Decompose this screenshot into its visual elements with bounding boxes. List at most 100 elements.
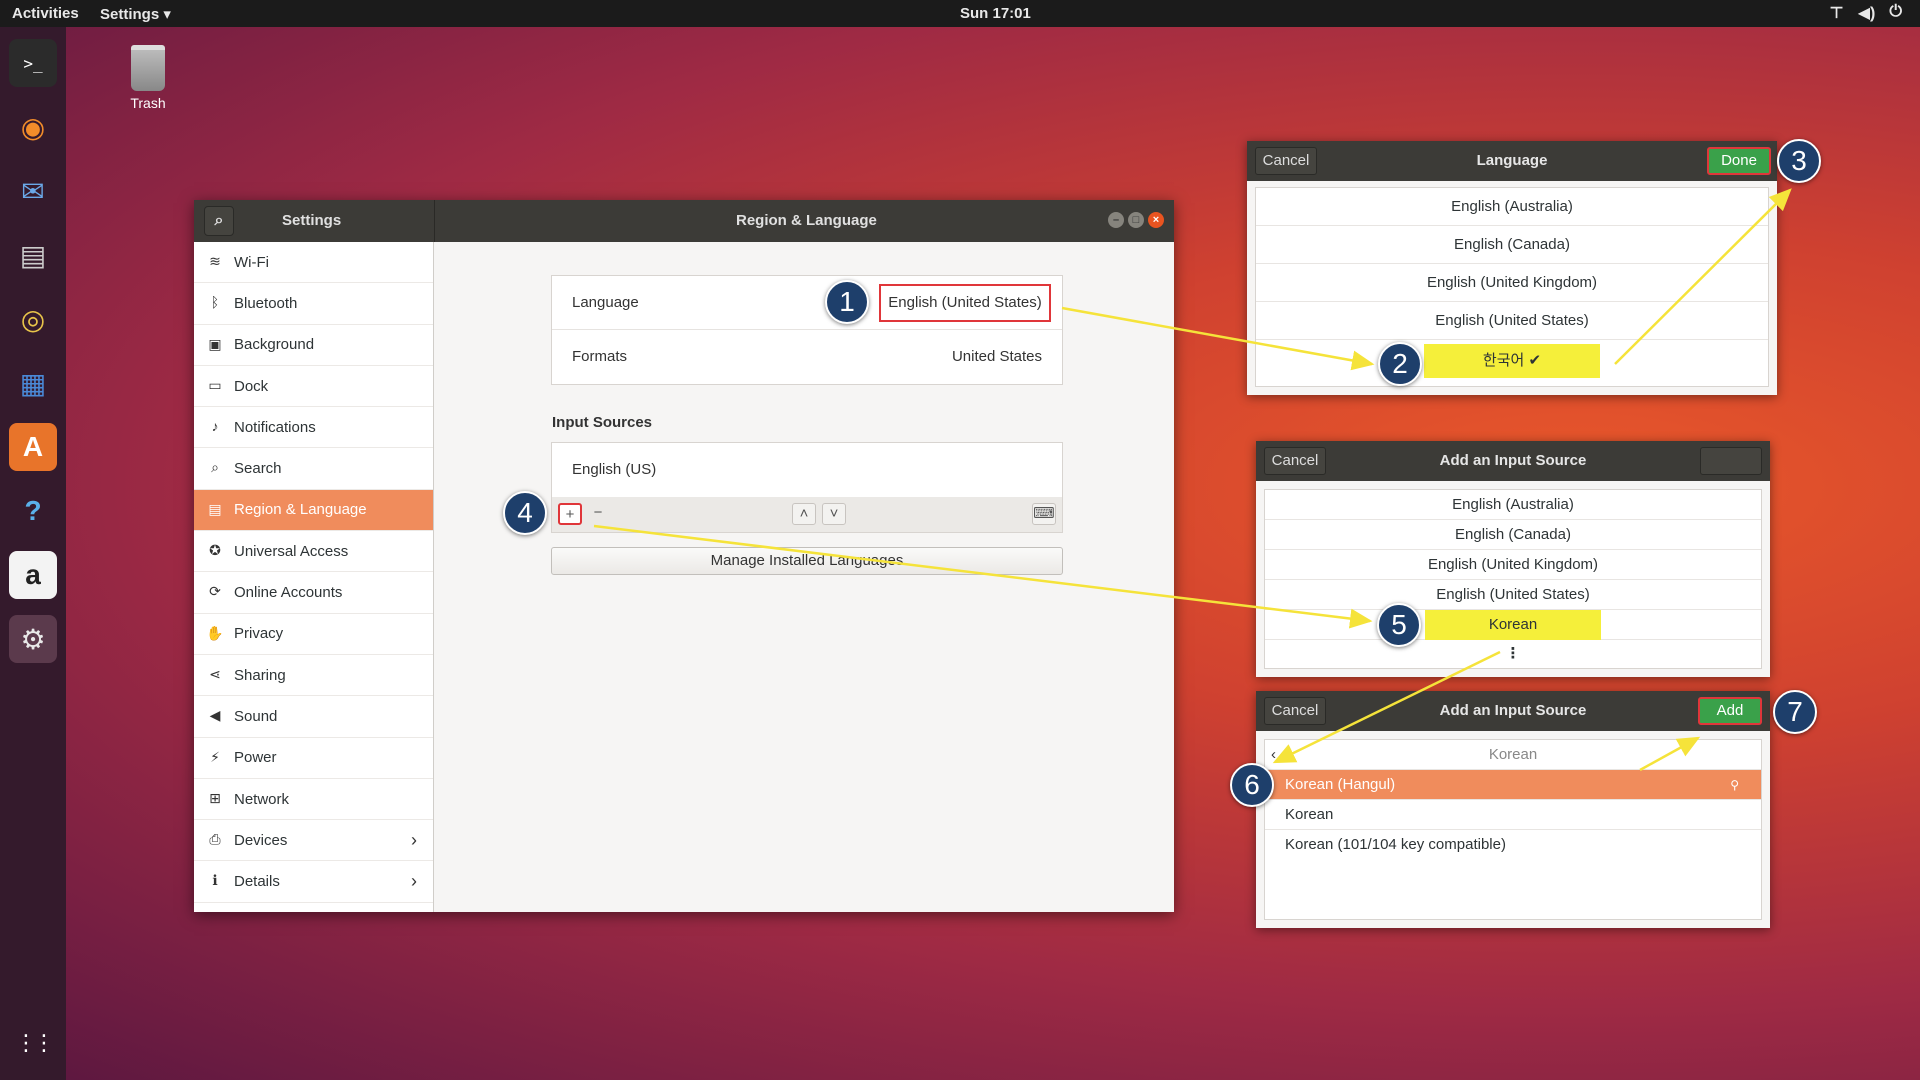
list-item[interactable]: English (United States) [1256, 302, 1768, 340]
language-list: English (Australia) English (Canada) Eng… [1255, 187, 1769, 387]
help-icon[interactable]: ? [9, 487, 57, 535]
list-item[interactable]: Korean (101/104 key compatible) [1265, 830, 1761, 860]
window-header: ⌕ Settings Region & Language – □ × [194, 200, 1174, 242]
sidebar-item-label: Privacy [234, 625, 284, 643]
remove-input-source-button[interactable]: − [586, 503, 610, 525]
keyboard-layout-button[interactable]: ⌨ [1032, 503, 1056, 525]
page-title: Region & Language [736, 212, 877, 229]
search-row[interactable]: ‹ Korean [1265, 740, 1761, 770]
close-button[interactable]: × [1148, 212, 1164, 228]
sidebar-item-search[interactable]: ⌕ Search [194, 448, 433, 490]
sidebar-item-universal-access[interactable]: ✪ Universal Access [194, 531, 433, 573]
more-options-icon[interactable]: ⋮ [1265, 640, 1761, 668]
cancel-button[interactable]: Cancel [1255, 147, 1317, 175]
sidebar-item-details[interactable]: ℹ Details › [194, 861, 433, 903]
formats-row[interactable]: Formats United States [552, 330, 1062, 384]
add-button[interactable]: Add [1698, 697, 1762, 725]
list-item-korean[interactable]: Korean [1265, 610, 1761, 640]
list-item-korean[interactable]: 한국어 ✔ [1256, 340, 1768, 384]
sidebar-item-background[interactable]: ▣ Background [194, 325, 433, 366]
bluetooth-icon: ᛒ [210, 294, 220, 311]
sidebar-item-devices[interactable]: ⎙ Devices › [194, 820, 433, 862]
chevron-right-icon: › [411, 871, 417, 892]
online-accounts-icon: ⟳ [209, 583, 221, 600]
sidebar-item-power[interactable]: ⚡ Power [194, 738, 433, 779]
add-button-disabled[interactable] [1700, 447, 1762, 475]
trash-icon [131, 45, 165, 91]
list-item-korean-hangul[interactable]: Korean (Hangul) ⚲ [1265, 770, 1761, 800]
sidebar-item-label: Devices [234, 831, 288, 849]
terminal-icon[interactable]: >_ [9, 39, 57, 87]
system-tray[interactable]: ⊤ ◀) ⏻ [1829, 3, 1902, 23]
input-source-list: English (Australia) English (Canada) Eng… [1264, 489, 1762, 669]
top-bar: Activities Settings ▾ Sun 17:01 ⊤ ◀) ⏻ [0, 0, 1920, 27]
list-item-label: Korean (Hangul) [1285, 776, 1396, 793]
sidebar-item-label: Power [234, 749, 277, 767]
volume-icon: ◀) [1857, 5, 1876, 22]
done-button[interactable]: Done [1707, 147, 1771, 175]
sidebar-item-dock[interactable]: ▭ Dock [194, 366, 433, 408]
korean-option-label: Korean [1425, 610, 1601, 640]
bell-icon: ♪ [211, 418, 219, 435]
language-row[interactable]: Language English (United States) [552, 276, 1062, 330]
libreoffice-writer-icon[interactable]: ▦ [9, 359, 57, 407]
step-badge: 6 [1230, 763, 1274, 807]
list-item[interactable]: English (Canada) [1256, 226, 1768, 264]
language-dialog-header: Cancel Language Done [1247, 141, 1777, 181]
language-formats-card: Language English (United States) Formats… [551, 275, 1063, 385]
move-up-button[interactable]: ˄ [792, 503, 816, 525]
app-menu[interactable]: Settings ▾ [100, 5, 171, 23]
thunderbird-icon[interactable]: ✉ [9, 167, 57, 215]
list-item[interactable]: English (Australia) [1265, 490, 1761, 520]
sidebar-item-sharing[interactable]: ⋖ Sharing [194, 655, 433, 697]
sidebar-item-privacy[interactable]: ✋ Privacy [194, 614, 433, 655]
list-item[interactable]: Korean [1265, 800, 1761, 830]
sidebar-item-network[interactable]: ⊞ Network [194, 779, 433, 821]
settings-key-icon[interactable]: ⚲ [1730, 770, 1739, 800]
back-arrow-icon[interactable]: ‹ [1271, 740, 1276, 770]
sidebar-item-notifications[interactable]: ♪ Notifications [194, 407, 433, 449]
activities-button[interactable]: Activities [12, 5, 79, 22]
cancel-button[interactable]: Cancel [1264, 697, 1326, 725]
chevron-right-icon: › [411, 829, 417, 850]
files-icon[interactable]: ▤ [9, 231, 57, 279]
sidebar-item-label: Sound [234, 707, 278, 725]
minimize-button[interactable]: – [1108, 212, 1124, 228]
trash-label: Trash [130, 95, 166, 111]
sidebar-item-bluetooth[interactable]: ᛒ Bluetooth [194, 283, 433, 325]
add-input-source-dialog: Cancel Add an Input Source English (Aust… [1256, 441, 1770, 677]
sidebar-item-online-accounts[interactable]: ⟳ Online Accounts [194, 572, 433, 614]
software-center-icon[interactable]: A [9, 423, 57, 471]
amazon-icon[interactable]: a [9, 551, 57, 599]
trash-desktop-icon[interactable]: Trash [108, 45, 188, 111]
cancel-button[interactable]: Cancel [1264, 447, 1326, 475]
network-icon: ⊤ [1829, 5, 1844, 22]
formats-value: United States [951, 348, 1042, 365]
language-value[interactable]: English (United States) [879, 284, 1051, 322]
rhythmbox-icon[interactable]: ◎ [9, 295, 57, 343]
input-sources-toolbar: + − ˄ ˅ ⌨ [551, 497, 1063, 533]
clock[interactable]: Sun 17:01 [960, 5, 1031, 22]
list-item[interactable]: English (Canada) [1265, 520, 1761, 550]
move-down-button[interactable]: ˅ [822, 503, 846, 525]
step-badge: 4 [503, 491, 547, 535]
input-source-row[interactable]: English (US) [552, 443, 1062, 497]
settings-window: ⌕ Settings Region & Language – □ × ≋ Wi-F… [194, 200, 1174, 912]
show-apps-icon[interactable]: ⋮⋮ [9, 1019, 57, 1067]
search-button[interactable]: ⌕ [204, 206, 234, 236]
maximize-button[interactable]: □ [1128, 212, 1144, 228]
add-input-source-button[interactable]: + [558, 503, 582, 525]
sidebar-item-sound[interactable]: ◀ Sound [194, 696, 433, 738]
settings-icon[interactable]: ⚙ [9, 615, 57, 663]
manage-installed-languages-button[interactable]: Manage Installed Languages [551, 547, 1063, 575]
firefox-icon[interactable]: ◉ [9, 103, 57, 151]
sidebar-item-label: Wi-Fi [234, 253, 269, 271]
sidebar-item-wifi[interactable]: ≋ Wi-Fi [194, 242, 433, 284]
list-item[interactable]: English (United Kingdom) [1256, 264, 1768, 302]
sidebar-item-region-language[interactable]: ▤ Region & Language [194, 489, 433, 532]
list-item[interactable]: English (United Kingdom) [1265, 550, 1761, 580]
input-sources-title: Input Sources [552, 414, 653, 431]
korean-layout-list: ‹ Korean Korean (Hangul) ⚲ Korean Korean… [1264, 739, 1762, 920]
list-item[interactable]: English (Australia) [1256, 188, 1768, 226]
list-item[interactable]: English (United States) [1265, 580, 1761, 610]
